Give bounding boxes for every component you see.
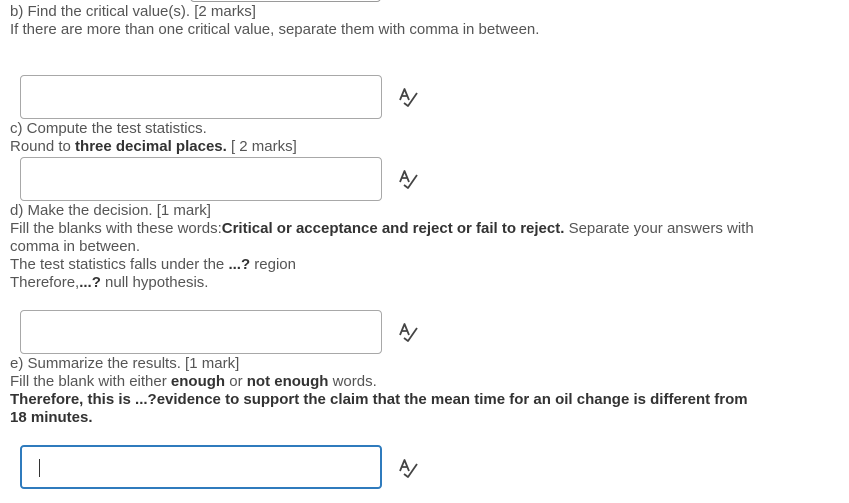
previous-answer-field-edge[interactable] (190, 0, 381, 2)
spellcheck-icon[interactable] (397, 321, 419, 343)
spellcheck-icon[interactable] (397, 168, 419, 190)
part-e-title: e) Summarize the results. [1 mark] (10, 355, 240, 372)
part-e-statement-line-2: 18 minutes. (10, 409, 93, 426)
spellcheck-icon[interactable] (397, 457, 419, 479)
part-c-rounding-instruction: Round to three decimal places. [ 2 marks… (10, 138, 297, 155)
part-d-title: d) Make the decision. [1 mark] (10, 202, 211, 219)
summary-answer-field[interactable] (20, 445, 382, 489)
critical-value-answer-field[interactable] (20, 75, 382, 119)
decision-answer-field[interactable] (20, 310, 382, 354)
part-c-title: c) Compute the test statistics. (10, 120, 207, 137)
part-d-fill-instruction: Fill the blanks with these words:Critica… (10, 220, 754, 237)
test-statistic-answer-field[interactable] (20, 157, 382, 201)
text-cursor (39, 459, 40, 477)
part-b-instruction: If there are more than one critical valu… (10, 21, 540, 38)
part-d-hypothesis-sentence: Therefore,...? null hypothesis. (10, 274, 209, 291)
part-b-title: b) Find the critical value(s). [2 marks] (10, 3, 256, 20)
part-d-fill-instruction-continued: comma in between. (10, 238, 141, 255)
spellcheck-icon[interactable] (397, 86, 419, 108)
part-e-statement-line-1: Therefore, this is ...?evidence to suppo… (10, 391, 748, 408)
part-e-fill-instruction: Fill the blank with either enough or not… (10, 373, 377, 390)
part-d-statistic-region-sentence: The test statistics falls under the ...?… (10, 256, 296, 273)
